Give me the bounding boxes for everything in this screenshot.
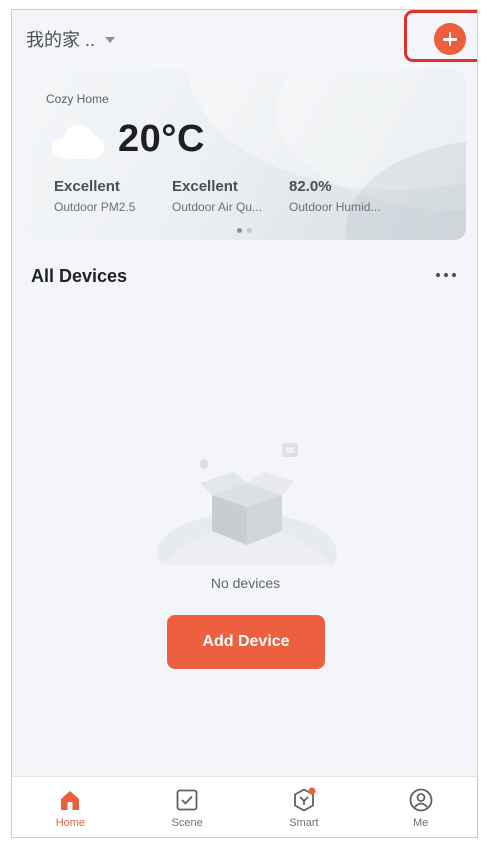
stat-air-quality: Excellent Outdoor Air Qu... [172,178,290,214]
temperature: 20°C [118,118,205,160]
stat-humidity: 82.0% Outdoor Humid... [289,178,407,214]
chevron-down-icon [105,37,116,43]
smart-icon [293,787,316,812]
tab-smart[interactable]: Smart [246,777,363,837]
page-dot [247,228,252,233]
bottom-tab-bar: Home Scene Smart Me [12,776,477,837]
stat-label: Outdoor Humid... [289,200,381,214]
tab-home[interactable]: Home [12,777,129,837]
more-icon[interactable] [436,273,456,277]
page-indicator [237,228,252,233]
tab-label: Home [55,817,86,829]
tab-label: Me [412,817,429,829]
add-device-button[interactable]: Add Device [167,615,325,669]
tab-me[interactable]: Me [362,777,477,837]
home-icon [61,791,80,810]
tab-label: Scene [171,817,203,829]
scene-check-icon [176,789,198,811]
stat-pm25: Excellent Outdoor PM2.5 [54,178,172,214]
plus-circle-icon[interactable] [434,23,466,55]
section-title: All Devices [31,266,128,286]
weather-home-label: Cozy Home [46,92,109,106]
empty-state-text: No devices [210,575,281,591]
user-icon [409,788,433,812]
weather-card[interactable]: Cozy Home 20°C Excellent Outdoor PM2.5 E… [26,70,466,240]
page-dot [237,228,242,233]
stat-label: Outdoor Air Qu... [172,200,263,214]
empty-box-illustration [157,443,337,565]
cloud-icon [52,125,104,159]
stat-label: Outdoor PM2.5 [54,200,136,214]
home-name: 我的家 .. [26,30,96,50]
stat-value: Excellent [172,178,238,195]
home-switcher[interactable]: 我的家 .. [26,26,116,52]
stat-value: 82.0% [289,178,332,195]
tab-label: Smart [289,817,319,829]
app-screen: 我的家 .. Cozy Home 20°C Excellent Outdoor … [11,9,478,838]
stat-value: Excellent [54,178,120,195]
tab-scene[interactable]: Scene [129,777,246,837]
